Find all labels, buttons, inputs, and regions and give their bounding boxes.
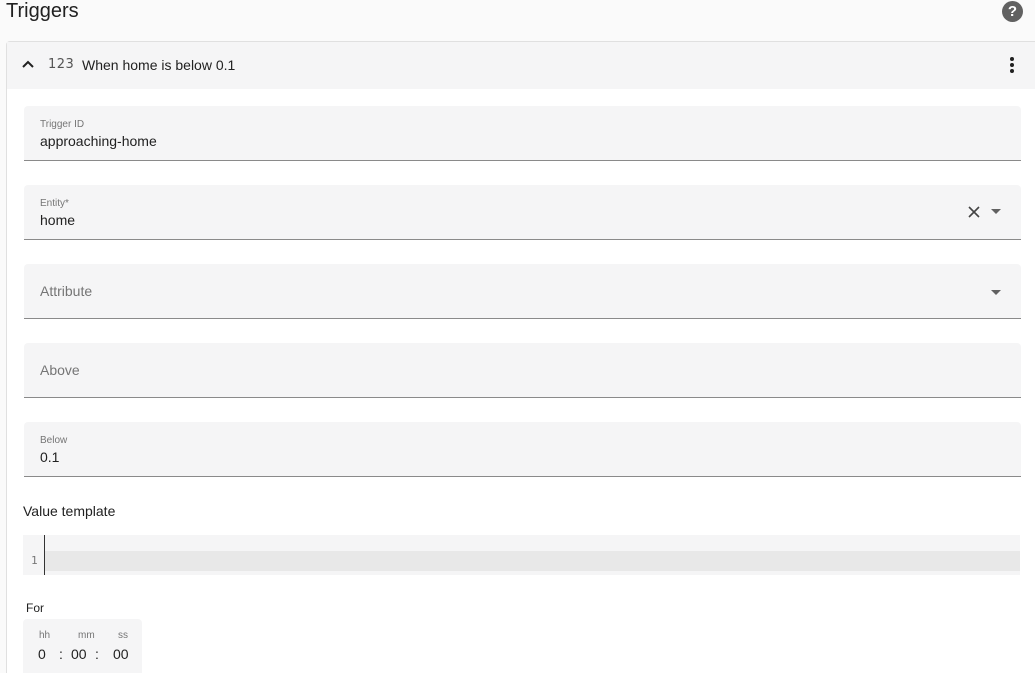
below-field[interactable]: Below 0.1: [24, 422, 1021, 477]
section-header: Triggers ?: [0, 0, 1035, 28]
editor-gutter: 1: [23, 535, 44, 575]
menu-down-icon[interactable]: [991, 290, 1001, 295]
duration-input[interactable]: hh mm ss 0 : 00 : 00: [23, 619, 142, 673]
trigger-id-label: Trigger ID: [40, 119, 85, 130]
attribute-label: Attribute: [40, 283, 93, 299]
above-field[interactable]: Above: [24, 343, 1021, 398]
minutes-input[interactable]: 00: [71, 646, 87, 662]
dots-vertical-icon[interactable]: [1006, 55, 1018, 77]
above-label: Above: [40, 362, 80, 378]
automation-editor: Triggers ? 123 When home is below 0.1 Tr…: [0, 0, 1035, 673]
trigger-card: 123 When home is below 0.1 Trigger ID ap…: [6, 41, 1035, 673]
duration-label: For: [26, 601, 44, 615]
value-template-editor[interactable]: 1: [23, 535, 1020, 575]
entity-field[interactable]: Entity* home: [24, 185, 1021, 240]
line-number: 1: [31, 554, 38, 567]
trigger-id-field[interactable]: Trigger ID approaching-home: [24, 106, 1021, 161]
close-icon[interactable]: [967, 205, 981, 219]
text-cursor: [44, 535, 45, 575]
below-label: Below: [40, 435, 68, 446]
hours-unit-label: hh: [39, 630, 51, 641]
minutes-unit-label: mm: [78, 630, 95, 641]
value-template-label: Value template: [23, 503, 116, 519]
below-value[interactable]: 0.1: [40, 449, 59, 465]
time-separator: :: [95, 646, 99, 662]
trigger-title: When home is below 0.1: [82, 57, 236, 73]
trigger-id-value[interactable]: approaching-home: [40, 133, 157, 149]
entity-label: Entity*: [40, 198, 69, 209]
attribute-field[interactable]: Attribute: [24, 264, 1021, 319]
hours-input[interactable]: 0: [38, 646, 46, 662]
time-separator: :: [59, 646, 63, 662]
seconds-input[interactable]: 00: [113, 646, 129, 662]
menu-down-icon[interactable]: [991, 209, 1001, 214]
section-title: Triggers: [6, 0, 79, 22]
numeric-icon: 123: [48, 57, 75, 72]
entity-value[interactable]: home: [40, 212, 75, 228]
trigger-card-header[interactable]: 123 When home is below 0.1: [7, 42, 1035, 89]
chevron-up-icon[interactable]: [21, 57, 35, 71]
active-line[interactable]: [44, 551, 1020, 571]
help-icon[interactable]: ?: [1002, 1, 1023, 22]
seconds-unit-label: ss: [118, 630, 128, 641]
